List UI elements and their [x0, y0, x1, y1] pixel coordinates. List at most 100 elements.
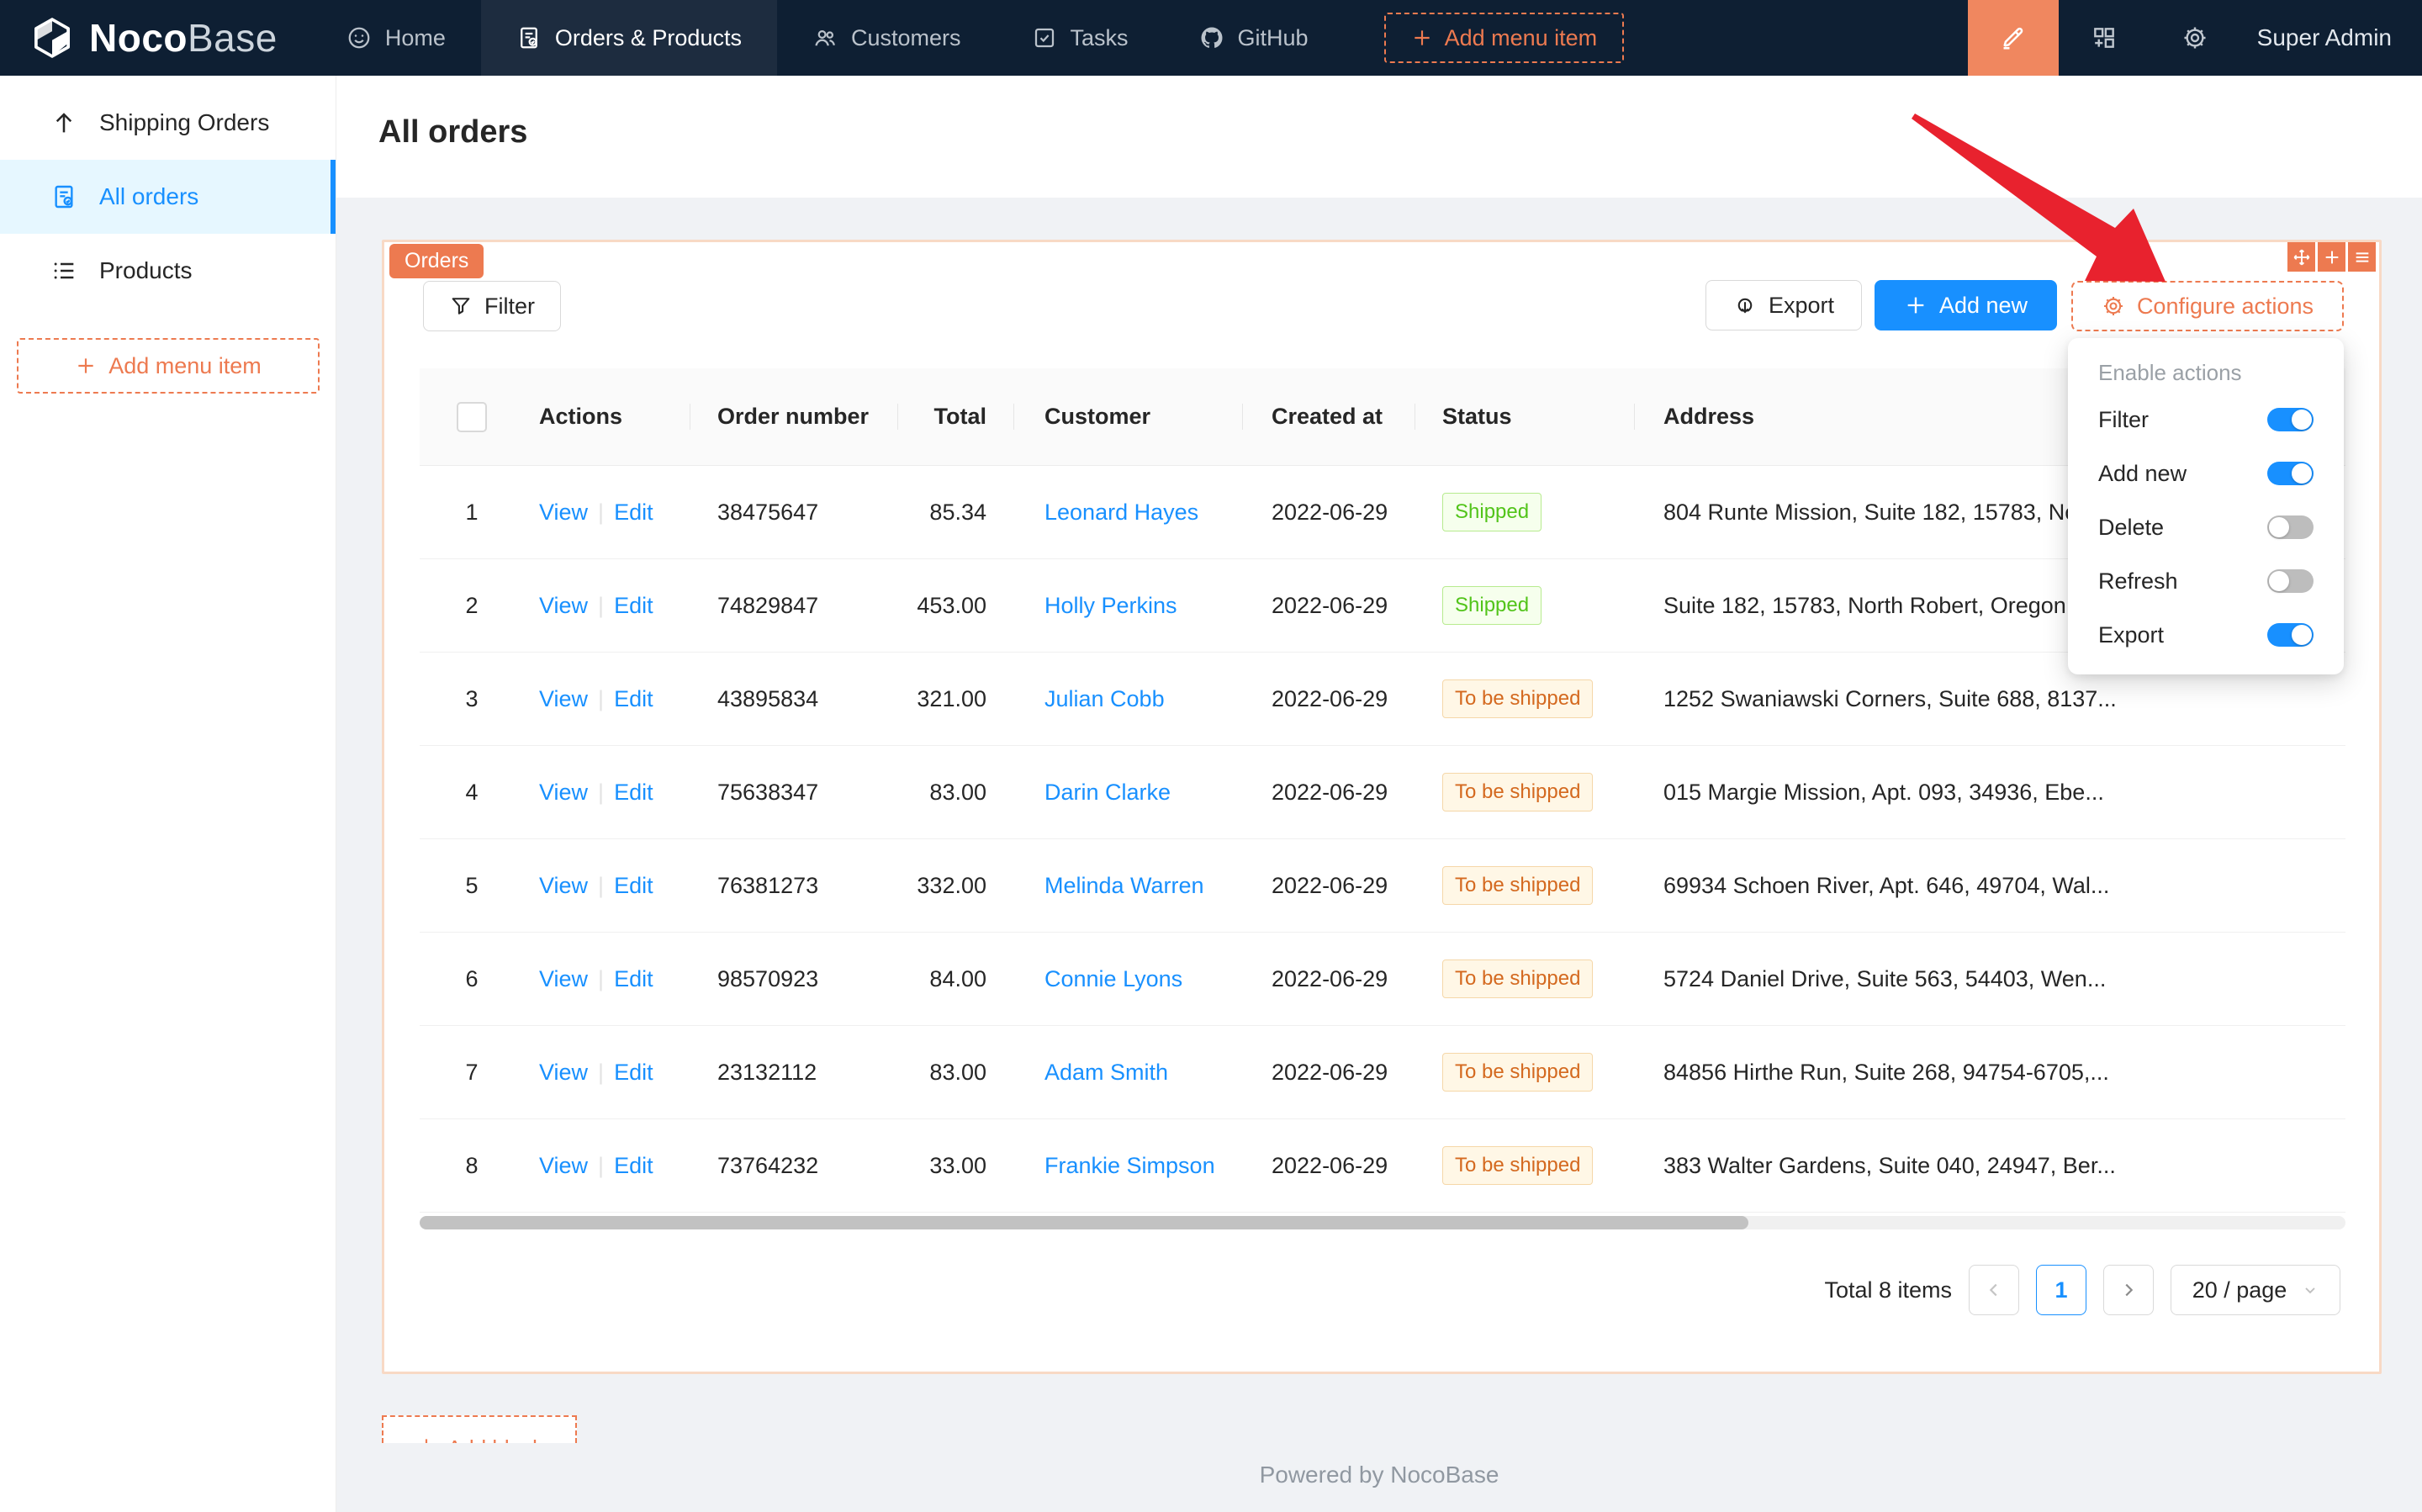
- customer-link[interactable]: Adam Smith: [1044, 1060, 1168, 1085]
- block-menu-button[interactable]: [2348, 242, 2376, 272]
- table-header-order-number: Order number: [690, 404, 898, 430]
- edit-link[interactable]: Edit: [614, 966, 653, 991]
- total-cell: 33.00: [898, 1153, 1014, 1179]
- row-actions: View | Edit: [524, 1153, 690, 1179]
- created-at-cell: 2022-06-29: [1243, 966, 1415, 992]
- view-link[interactable]: View: [539, 966, 588, 991]
- customer-link[interactable]: Connie Lyons: [1044, 966, 1182, 991]
- edit-link[interactable]: Edit: [614, 1060, 653, 1085]
- cloud-download-icon: [1733, 293, 1757, 317]
- add-block-button[interactable]: Add block: [382, 1415, 577, 1443]
- appstore-add-icon: [2091, 24, 2118, 51]
- gear-icon: [2102, 294, 2125, 318]
- ui-editor-toggle-button[interactable]: [1968, 0, 2059, 76]
- brand-name: NocoBase: [89, 15, 278, 61]
- nav-item-customers[interactable]: Customers: [777, 0, 997, 76]
- pagination-page-1[interactable]: 1: [2036, 1265, 2086, 1315]
- plugin-manager-button[interactable]: [2059, 0, 2150, 76]
- drag-handle-button[interactable]: [2287, 242, 2315, 272]
- export-button[interactable]: Export: [1705, 280, 1862, 330]
- address-cell: 69934 Schoen River, Apt. 646, 49704, Wal…: [1635, 873, 2345, 899]
- toggle-switch-refresh[interactable]: [2267, 569, 2314, 593]
- toggle-switch-add-new[interactable]: [2267, 462, 2314, 485]
- toggle-switch-export[interactable]: [2267, 623, 2314, 647]
- customer-link[interactable]: Holly Perkins: [1044, 593, 1177, 618]
- view-link[interactable]: View: [539, 873, 588, 898]
- enable-actions-dropdown: Enable actions FilterAdd newDeleteRefres…: [2068, 338, 2344, 674]
- table-row: 6View|Edit9857092384.00Connie Lyons2022-…: [420, 933, 2345, 1026]
- row-actions: View | Edit: [524, 1060, 690, 1086]
- horizontal-scrollbar-thumb[interactable]: [420, 1216, 1748, 1229]
- configure-actions-button[interactable]: Configure actions: [2071, 281, 2344, 331]
- action-separator: |: [598, 1060, 604, 1085]
- edit-link[interactable]: Edit: [614, 500, 653, 525]
- edit-link[interactable]: Edit: [614, 593, 653, 618]
- nav-item-orders-products[interactable]: Orders & Products: [481, 0, 777, 76]
- page-header: All orders: [336, 76, 2422, 198]
- sidebar-item-all-orders[interactable]: All orders: [0, 160, 336, 234]
- select-all-checkbox[interactable]: [457, 402, 487, 432]
- nav-item-label: Orders & Products: [555, 25, 742, 51]
- pagination-next-button[interactable]: [2103, 1265, 2154, 1315]
- page-title: All orders: [378, 114, 527, 151]
- plus-icon: [75, 355, 97, 377]
- customer-cell: Melinda Warren: [1014, 873, 1243, 899]
- pagination-prev-button[interactable]: [1969, 1265, 2019, 1315]
- toggle-switch-delete[interactable]: [2267, 515, 2314, 539]
- customer-link[interactable]: Darin Clarke: [1044, 780, 1171, 805]
- total-cell: 321.00: [898, 686, 1014, 712]
- table-row: 4View|Edit7563834783.00Darin Clarke2022-…: [420, 746, 2345, 839]
- enable-action-label: Filter: [2098, 407, 2149, 433]
- customer-link[interactable]: Leonard Hayes: [1044, 500, 1198, 525]
- edit-link[interactable]: Edit: [614, 1153, 653, 1178]
- status-cell: To be shipped: [1415, 866, 1635, 905]
- view-link[interactable]: View: [539, 500, 588, 525]
- table-row: 5View|Edit76381273332.00Melinda Warren20…: [420, 839, 2345, 933]
- total-cell: 332.00: [898, 873, 1014, 899]
- action-separator: |: [598, 686, 604, 711]
- chevron-right-icon: [2119, 1281, 2138, 1299]
- view-link[interactable]: View: [539, 1060, 588, 1085]
- customer-link[interactable]: Frankie Simpson: [1044, 1153, 1215, 1178]
- nav-item-github[interactable]: GitHub: [1164, 0, 1344, 76]
- top-nav-menu: Home Orders & Products CustomersTasksGitHu…: [311, 0, 1344, 76]
- action-separator: |: [598, 1153, 604, 1178]
- view-link[interactable]: View: [539, 1153, 588, 1178]
- edit-link[interactable]: Edit: [614, 686, 653, 711]
- status-cell: To be shipped: [1415, 1053, 1635, 1092]
- chevron-left-icon: [1985, 1281, 2003, 1299]
- page-size-select[interactable]: 20 / page: [2171, 1265, 2340, 1315]
- created-at-cell: 2022-06-29: [1243, 593, 1415, 619]
- edit-link[interactable]: Edit: [614, 780, 653, 805]
- user-menu[interactable]: Super Admin: [2240, 24, 2422, 51]
- toggle-switch-filter[interactable]: [2267, 408, 2314, 431]
- filter-button[interactable]: Filter: [423, 281, 561, 331]
- chevron-down-icon: [2302, 1282, 2319, 1298]
- view-link[interactable]: View: [539, 686, 588, 711]
- nav-add-menu-item-button[interactable]: Add menu item: [1384, 13, 1625, 63]
- add-block-inline-button[interactable]: [2318, 242, 2345, 272]
- nav-item-tasks[interactable]: Tasks: [997, 0, 1164, 76]
- sidebar-add-menu-item-button[interactable]: Add menu item: [17, 338, 320, 394]
- sidebar-item-shipping-orders[interactable]: Shipping Orders: [0, 86, 336, 160]
- table-header-total: Total: [898, 404, 1014, 430]
- address-cell: 1252 Swaniawski Corners, Suite 688, 8137…: [1635, 686, 2345, 712]
- view-link[interactable]: View: [539, 780, 588, 805]
- customer-link[interactable]: Julian Cobb: [1044, 686, 1165, 711]
- pagination-total: Total 8 items: [1824, 1277, 1952, 1303]
- smile-icon: [346, 25, 372, 50]
- add-new-button[interactable]: Add new: [1875, 280, 2057, 330]
- customer-link[interactable]: Melinda Warren: [1044, 873, 1204, 898]
- row-actions: View|Edit: [524, 966, 690, 992]
- drag-move-icon: [2292, 248, 2311, 267]
- sidebar-item-products[interactable]: Products: [0, 234, 336, 308]
- nav-item-home[interactable]: Home: [311, 0, 481, 76]
- brand-logo[interactable]: NocoBase: [0, 0, 311, 76]
- total-cell: 83.00: [898, 780, 1014, 806]
- settings-button[interactable]: [2150, 0, 2240, 76]
- row-index: 3: [420, 686, 524, 712]
- view-link[interactable]: View: [539, 593, 588, 618]
- edit-link[interactable]: Edit: [614, 873, 653, 898]
- order-number-cell: 73764232: [690, 1153, 898, 1179]
- total-cell: 84.00: [898, 966, 1014, 992]
